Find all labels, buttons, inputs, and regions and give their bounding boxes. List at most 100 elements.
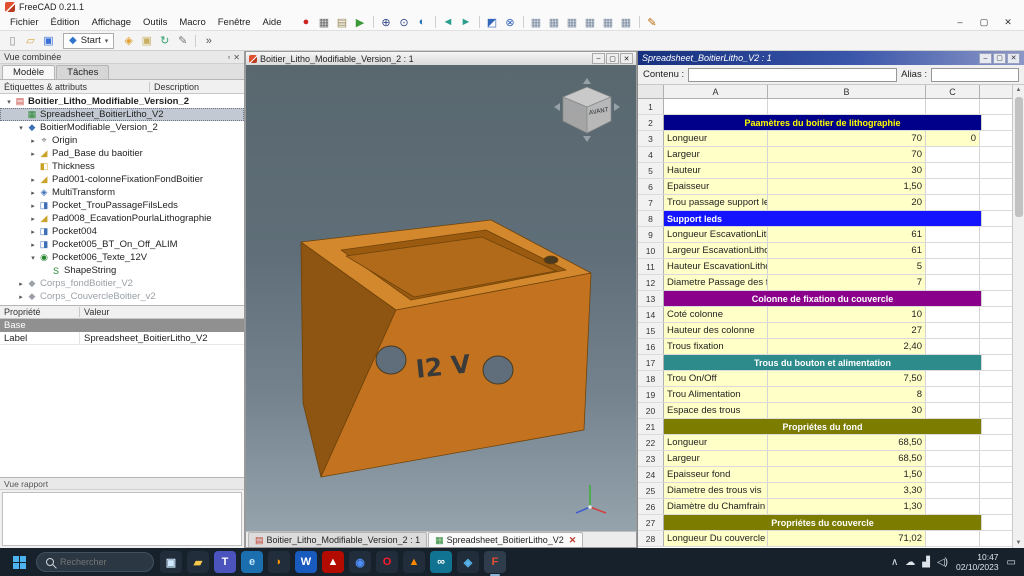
- property-group-base[interactable]: Base: [0, 319, 244, 332]
- builder-3d-icon[interactable]: ◈: [457, 551, 479, 573]
- cell-extra[interactable]: [926, 467, 980, 482]
- zoom-selection-icon[interactable]: ⊙: [396, 15, 413, 30]
- cell-label[interactable]: Epaisseur: [664, 179, 768, 194]
- cell-extra[interactable]: [926, 259, 980, 274]
- vlc-icon[interactable]: ▲: [403, 551, 425, 573]
- cell-label[interactable]: Epaisseur fond: [664, 467, 768, 482]
- column-header-c[interactable]: C: [926, 85, 980, 98]
- create-group-icon[interactable]: ▣: [138, 33, 155, 48]
- tree-item[interactable]: ▸◢Pad_Base du baoitier: [0, 147, 244, 160]
- cell-label[interactable]: Hauteur EscavationLitho: [664, 259, 768, 274]
- row-header[interactable]: 21: [638, 419, 664, 434]
- nav-back-icon[interactable]: ◄: [440, 15, 457, 30]
- sheet-close-button[interactable]: ✕: [1007, 53, 1020, 64]
- tree-item[interactable]: ▾◉Pocket006_Texte_12V: [0, 251, 244, 264]
- row-header[interactable]: 4: [638, 147, 664, 162]
- tree-item[interactable]: ▸◨Pocket_TrouPassageFilsLeds: [0, 199, 244, 212]
- firefox-icon[interactable]: ◗: [268, 551, 290, 573]
- column-header-a[interactable]: A: [664, 85, 768, 98]
- start-button[interactable]: [8, 551, 30, 573]
- cell-value[interactable]: 7,50: [768, 371, 926, 386]
- cell-label[interactable]: Largeur EscavationLitho: [664, 243, 768, 258]
- model-front-hole-right[interactable]: [483, 356, 513, 384]
- edge-icon[interactable]: e: [241, 551, 263, 573]
- row-header[interactable]: 14: [638, 307, 664, 322]
- 3d-viewport[interactable]: I2 V AVANT: [245, 65, 637, 531]
- tab-taches[interactable]: Tâches: [56, 65, 109, 79]
- float-panel-icon[interactable]: ▫: [227, 53, 230, 62]
- cell-value[interactable]: 1,50: [768, 179, 926, 194]
- cell-extra[interactable]: [926, 451, 980, 466]
- row-header[interactable]: 5: [638, 163, 664, 178]
- row-header[interactable]: 20: [638, 403, 664, 418]
- row-header[interactable]: 7: [638, 195, 664, 210]
- chrome-icon[interactable]: ◉: [349, 551, 371, 573]
- maximize-button[interactable]: ▢: [972, 15, 996, 30]
- menu-item-outils[interactable]: Outils: [137, 16, 173, 29]
- cell-label[interactable]: Espace des trous: [664, 403, 768, 418]
- hidden-icons-chevron-icon[interactable]: ∧: [891, 557, 898, 568]
- macro-edit-icon[interactable]: ▤: [334, 15, 351, 30]
- search-input[interactable]: [60, 557, 140, 567]
- cell-value[interactable]: 70: [768, 131, 926, 146]
- create-part-icon[interactable]: ◈: [120, 33, 137, 48]
- cell-value[interactable]: 61: [768, 243, 926, 258]
- section-header-cell[interactable]: Colonne de fixation du couvercle: [664, 291, 982, 306]
- cell-extra[interactable]: [926, 179, 980, 194]
- menu-item-fenetre[interactable]: Fenêtre: [212, 16, 257, 29]
- alias-input[interactable]: [931, 68, 1019, 82]
- cell-label[interactable]: Longueur: [664, 131, 768, 146]
- tree-header-description[interactable]: Description: [150, 82, 199, 92]
- cell-value[interactable]: 68,50: [768, 451, 926, 466]
- tree-item[interactable]: ▸◢Pad008_EcavationPourlaLithographie: [0, 212, 244, 225]
- row-header[interactable]: 26: [638, 499, 664, 514]
- close-button[interactable]: ✕: [996, 15, 1020, 30]
- mdi-minimize-button[interactable]: –: [592, 53, 605, 64]
- tree-item[interactable]: ▾▤Boitier_Litho_Modifiable_Version_2: [0, 95, 244, 108]
- doc-tab-close-icon[interactable]: ✕: [569, 535, 577, 546]
- taskbar-search[interactable]: [36, 552, 154, 572]
- fit-all-icon[interactable]: ⊕: [378, 15, 395, 30]
- row-header[interactable]: 6: [638, 179, 664, 194]
- row-header[interactable]: 3: [638, 131, 664, 146]
- view-left-icon[interactable]: ▦: [618, 15, 635, 30]
- tree-item[interactable]: ▾◆BoitierModifiable_Version_2: [0, 121, 244, 134]
- spreadsheet-title-bar[interactable]: Spreadsheet_BoitierLitho_V2 : 1 –▢✕: [638, 51, 1024, 65]
- word-icon[interactable]: W: [295, 551, 317, 573]
- section-header-cell[interactable]: Paamètres du boitier de lithographie: [664, 115, 982, 130]
- tree-expander-icon[interactable]: ▸: [28, 202, 38, 210]
- cell-extra[interactable]: [926, 371, 980, 386]
- sheet-corner-cell[interactable]: [638, 85, 664, 98]
- cell-label[interactable]: Longueur Du couvercle: [664, 531, 768, 546]
- tree-expander-icon[interactable]: ▸: [28, 241, 38, 249]
- tree-expander-icon[interactable]: ▸: [28, 137, 38, 145]
- menu-item-aide[interactable]: Aide: [256, 16, 287, 29]
- cell-extra[interactable]: [926, 499, 980, 514]
- menu-item-edition[interactable]: Édition: [45, 16, 86, 29]
- tree-item[interactable]: SShapeString: [0, 264, 244, 277]
- tree-expander-icon[interactable]: ▾: [4, 98, 14, 106]
- tree-expander-icon[interactable]: ▸: [28, 215, 38, 223]
- menu-item-affichage[interactable]: Affichage: [86, 16, 137, 29]
- view-axonometric-icon[interactable]: ◩: [484, 15, 501, 30]
- freecad-icon[interactable]: F: [484, 551, 506, 573]
- teams-icon[interactable]: T: [214, 551, 236, 573]
- edit-mode-icon[interactable]: ✎: [174, 33, 191, 48]
- minimize-button[interactable]: –: [948, 15, 972, 30]
- model-top-hole[interactable]: [544, 256, 558, 264]
- row-header[interactable]: 24: [638, 467, 664, 482]
- view-right-icon[interactable]: ▦: [564, 15, 581, 30]
- tree-expander-icon[interactable]: ▸: [16, 293, 26, 301]
- cell-value[interactable]: 1,50: [768, 467, 926, 482]
- row-header[interactable]: 19: [638, 387, 664, 402]
- cell-label[interactable]: Largeur: [664, 451, 768, 466]
- overflow-icon[interactable]: »: [200, 33, 217, 48]
- tree-item[interactable]: ◧Thickness: [0, 160, 244, 173]
- cell-label[interactable]: Longueur EscavationLitho: [664, 227, 768, 242]
- cell-extra[interactable]: [926, 403, 980, 418]
- cell-value[interactable]: 30: [768, 403, 926, 418]
- tree-header-labels[interactable]: Étiquettes & attributs: [0, 82, 150, 92]
- model-front-hole-left[interactable]: [376, 346, 406, 374]
- tree-item[interactable]: ▦Spreadsheet_BoitierLitho_V2: [0, 108, 244, 121]
- cell-label[interactable]: Coté colonne: [664, 307, 768, 322]
